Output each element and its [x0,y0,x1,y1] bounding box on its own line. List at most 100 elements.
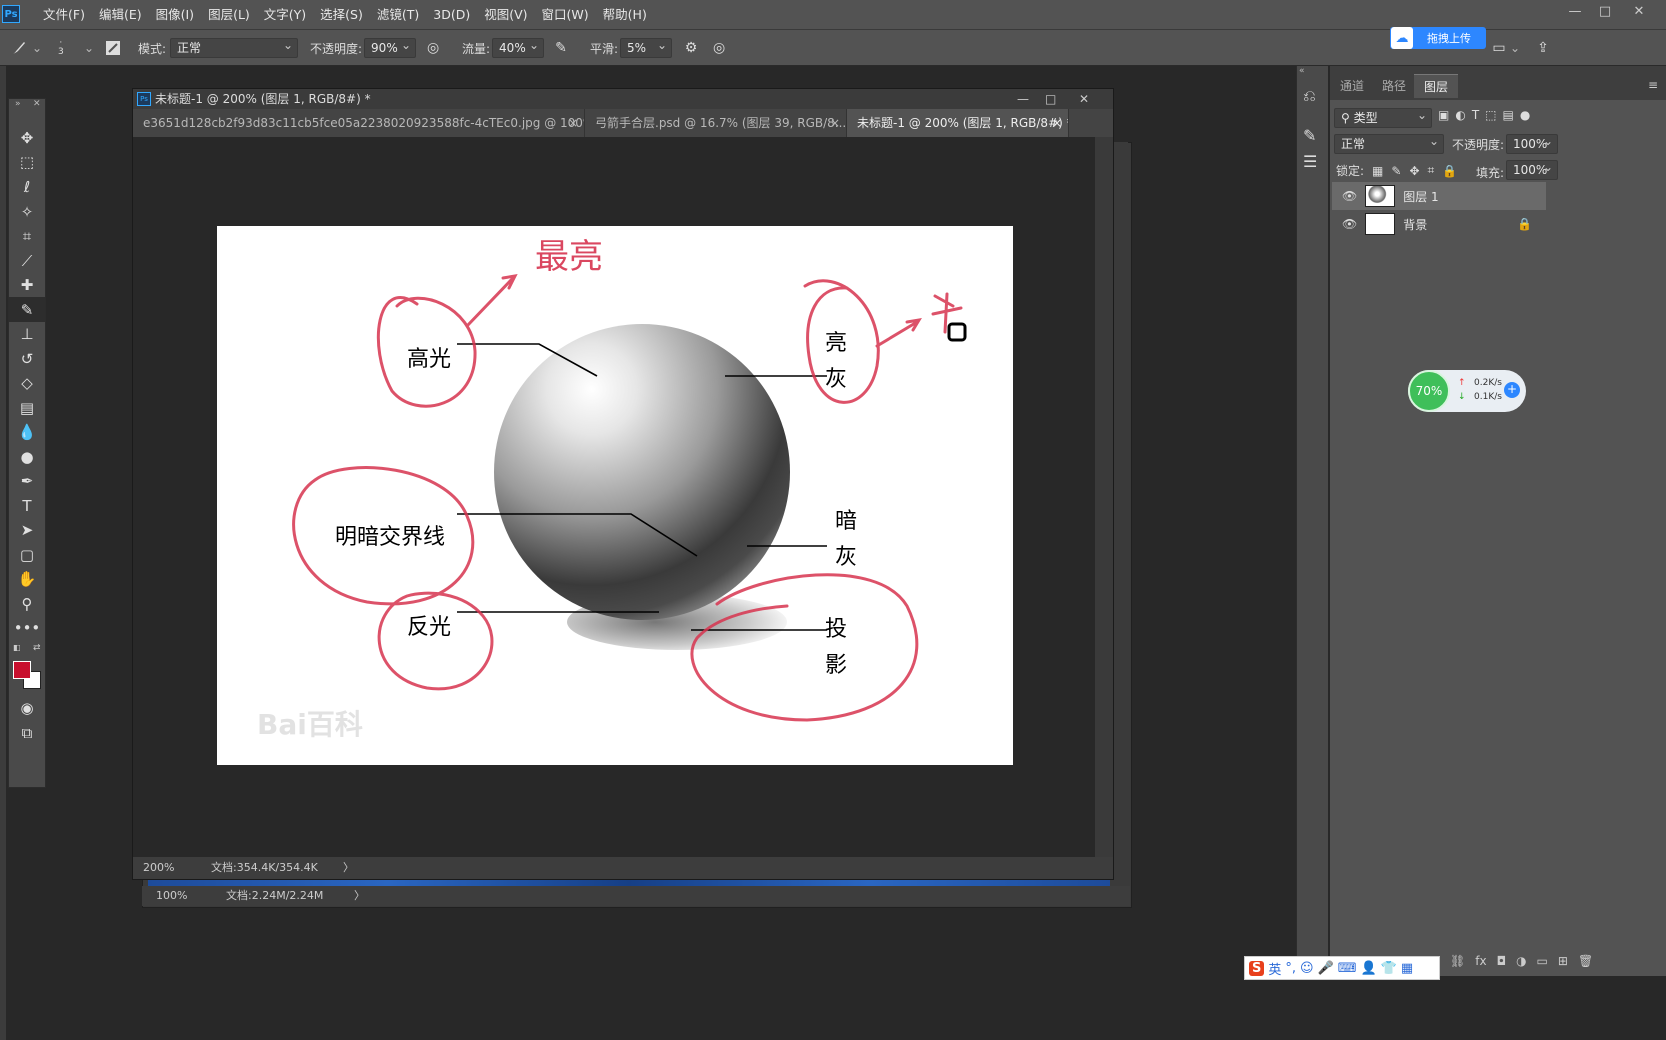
panel-menu-icon[interactable]: ≡ [1648,78,1658,92]
back-status-arrow[interactable]: 〉 [354,886,365,906]
punctuation-icon[interactable]: °, [1285,961,1296,976]
type-filter-icon[interactable]: T [1472,108,1479,122]
adjustment-filter-icon[interactable]: ◐ [1455,108,1465,122]
healing-brush-tool-icon[interactable]: ✚ [9,272,45,297]
new-group-icon[interactable]: ▭ [1537,954,1548,968]
lasso-tool-icon[interactable]: ℓ [9,174,45,199]
collapse-icon[interactable]: » [15,99,21,109]
airbrush-icon[interactable]: ✎ [550,37,572,59]
brush-settings-icon[interactable] [102,37,124,59]
flow-field[interactable]: 40% [492,36,545,58]
back-zoom-value[interactable]: 100% [156,886,187,906]
layer-opacity-field[interactable]: 100% [1506,132,1558,154]
keyboard-icon[interactable]: ⌨ [1338,961,1357,976]
adjustment-layer-icon[interactable]: ◑ [1516,954,1526,968]
crop-tool-icon[interactable]: ⌗ [9,223,45,248]
gradient-tool-icon[interactable]: ▤ [9,395,45,420]
menu-edit[interactable]: 编辑(E) [92,0,149,30]
layer-row[interactable]: 👁 图层 1 [1332,182,1546,210]
quick-mask-icon[interactable]: ◉ [9,695,45,720]
history-icon[interactable]: ⎌ [1303,86,1316,106]
tab-close-icon[interactable]: × [568,109,578,137]
menu-type[interactable]: 文字(Y) [257,0,313,30]
menu-image[interactable]: 图像(I) [149,0,201,30]
doc-close-button[interactable]: ✕ [1079,89,1089,109]
trash-icon[interactable]: 🗑 [1578,954,1593,968]
tab-document-2[interactable]: 弓箭手合层.psd @ 16.7% (图层 39, RGB/8... × [585,109,847,137]
lock-transparency-icon[interactable]: ▦ [1372,164,1383,178]
collapse-icon[interactable]: « [1299,66,1305,76]
pixel-filter-icon[interactable]: ▣ [1438,108,1449,122]
dodge-tool-icon[interactable]: ● [9,444,45,469]
brush-presets-icon[interactable]: ✎ [1303,126,1316,145]
menu-filter[interactable]: 滤镜(T) [370,0,426,30]
layer-filter-select[interactable]: ⚲ 类型 [1334,106,1432,128]
close-button[interactable]: ✕ [1626,2,1652,22]
filter-toggle-icon[interactable]: ● [1520,108,1530,122]
swap-colors-icon[interactable]: ⇄ [33,643,41,653]
zoom-tool-icon[interactable]: ⚲ [9,591,45,616]
minimize-button[interactable]: — [1562,2,1588,22]
type-tool-icon[interactable]: T [9,493,45,518]
adjustments-icon[interactable]: ☰ [1303,152,1317,171]
shape-filter-icon[interactable]: ⬚ [1485,108,1496,122]
lock-all-icon[interactable]: 🔒 [1442,164,1457,178]
tab-document-3[interactable]: 未标题-1 @ 200% (图层 1, RGB/8#) * × [847,109,1069,137]
share-icon[interactable]: ⇪ [1532,37,1554,59]
fill-field[interactable]: 100% [1506,158,1558,180]
link-layers-icon[interactable]: ⛓ [1450,954,1465,968]
network-speed-widget[interactable]: 70% ↑ 0.2K/s ↓ 0.1K/s + [1408,370,1526,412]
image-canvas[interactable]: 最亮 高光 亮 灰 明暗交界线 暗 灰 反光 投 影 Bai百科 [217,226,1013,765]
more-tools-icon[interactable]: ••• [9,615,45,640]
menu-window[interactable]: 窗口(W) [535,0,596,30]
lock-position-icon[interactable]: ✥ [1409,164,1419,178]
status-arrow[interactable]: 〉 [343,857,354,879]
foreground-color-swatch[interactable] [13,661,31,679]
layer-name[interactable]: 背景 [1403,216,1427,233]
screen-mode-icon[interactable]: ⧉ [9,720,45,745]
workspace-icon[interactable]: ▭ [1488,37,1510,59]
new-layer-icon[interactable]: ⊞ [1558,954,1568,968]
blend-mode-select[interactable]: 正常 [1334,132,1444,154]
pressure-opacity-icon[interactable]: ◎ [422,37,444,59]
add-icon[interactable]: + [1504,382,1520,398]
document-titlebar[interactable]: Ps 未标题-1 @ 200% (图层 1, RGB/8#) * — □ ✕ [133,89,1113,109]
menu-help[interactable]: 帮助(H) [596,0,654,30]
pen-tool-icon[interactable]: ✒ [9,468,45,493]
vertical-scrollbar[interactable] [1095,137,1113,857]
magic-wand-tool-icon[interactable]: ✧ [9,199,45,224]
ime-language[interactable]: 英 [1268,959,1281,978]
zoom-value[interactable]: 200% [143,857,174,879]
close-icon[interactable]: ✕ [33,99,41,109]
menu-file[interactable]: 文件(F) [36,0,92,30]
history-brush-tool-icon[interactable]: ↺ [9,346,45,371]
doc-minimize-button[interactable]: — [1017,89,1029,109]
layer-name[interactable]: 图层 1 [1403,188,1438,205]
tab-channels[interactable]: 通道 [1330,74,1374,98]
add-mask-icon[interactable]: ◘ [1497,954,1507,968]
eyedropper-tool-icon[interactable]: ⟋ [9,248,45,273]
user-icon[interactable]: 👤 [1361,961,1377,976]
menu-view[interactable]: 视图(V) [477,0,534,30]
default-colors-icon[interactable]: ◧ [13,643,21,652]
maximize-button[interactable]: □ [1592,2,1618,22]
cloud-upload-button[interactable]: ☁ 拖拽上传 [1390,27,1486,49]
layer-style-icon[interactable]: fx [1475,954,1486,968]
eye-icon[interactable]: 👁 [1342,189,1357,203]
move-tool-icon[interactable]: ✥ [9,125,45,150]
lock-pixels-icon[interactable]: ✎ [1391,164,1401,178]
lock-artboard-icon[interactable]: ⌗ [1428,163,1435,178]
eye-icon[interactable]: 👁 [1342,217,1357,231]
hand-tool-icon[interactable]: ✋ [9,566,45,591]
marquee-tool-icon[interactable]: ⬚ [9,149,45,174]
chevron-down-icon[interactable]: ⌄ [32,41,42,55]
brush-tool-icon[interactable] [8,37,30,59]
menu-3d[interactable]: 3D(D) [426,0,477,30]
chevron-down-icon[interactable]: ⌄ [1510,41,1520,55]
shape-tool-icon[interactable]: ▢ [9,542,45,567]
tab-layers[interactable]: 图层 [1414,74,1459,98]
chevron-down-icon[interactable]: ⌄ [84,41,94,55]
smoothing-field[interactable]: 5% [620,36,673,58]
opacity-field[interactable]: 90% [364,36,417,58]
tab-close-icon[interactable]: × [1052,109,1062,137]
